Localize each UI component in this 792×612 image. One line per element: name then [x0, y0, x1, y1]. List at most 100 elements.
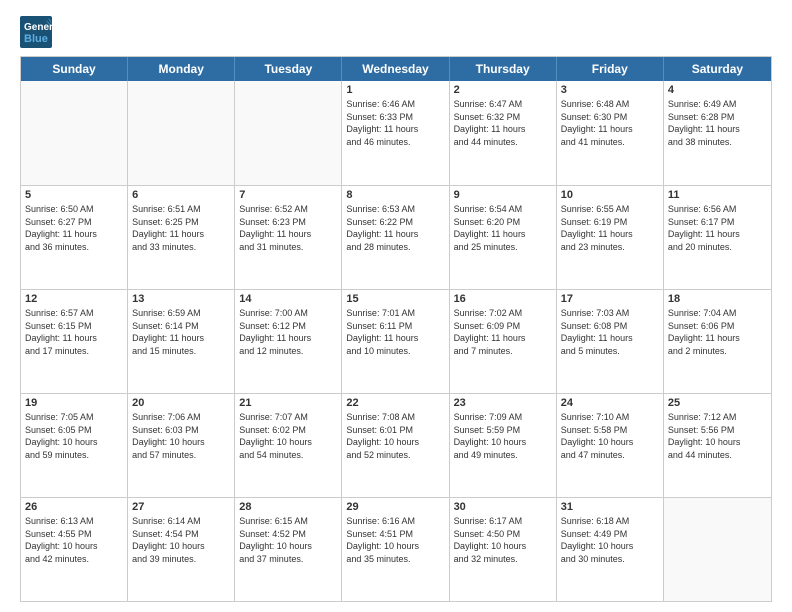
day-number: 25	[668, 397, 767, 409]
day-info: Sunrise: 6:51 AM Sunset: 6:25 PM Dayligh…	[132, 203, 230, 253]
day-number: 8	[346, 189, 444, 201]
day-number: 19	[25, 397, 123, 409]
day-cell-30: 30 Sunrise: 6:17 AM Sunset: 4:50 PM Dayli…	[450, 498, 557, 601]
day-info: Sunrise: 6:47 AM Sunset: 6:32 PM Dayligh…	[454, 98, 552, 148]
day-info: Sunrise: 7:08 AM Sunset: 6:01 PM Dayligh…	[346, 411, 444, 461]
day-number: 28	[239, 501, 337, 513]
day-info: Sunrise: 6:48 AM Sunset: 6:30 PM Dayligh…	[561, 98, 659, 148]
day-cell-26: 26 Sunrise: 6:13 AM Sunset: 4:55 PM Dayli…	[21, 498, 128, 601]
day-info: Sunrise: 7:07 AM Sunset: 6:02 PM Dayligh…	[239, 411, 337, 461]
header-cell-saturday: Saturday	[664, 57, 771, 81]
day-info: Sunrise: 6:54 AM Sunset: 6:20 PM Dayligh…	[454, 203, 552, 253]
day-cell-28: 28 Sunrise: 6:15 AM Sunset: 4:52 PM Dayli…	[235, 498, 342, 601]
day-cell-10: 10Sunrise: 6:55 AM Sunset: 6:19 PM Dayli…	[557, 186, 664, 289]
day-number: 17	[561, 293, 659, 305]
day-cell-24: 24Sunrise: 7:10 AM Sunset: 5:58 PM Dayli…	[557, 394, 664, 497]
day-cell-1: 1Sunrise: 6:46 AM Sunset: 6:33 PM Daylig…	[342, 81, 449, 185]
day-number: 6	[132, 189, 230, 201]
day-info: Sunrise: 6:14 AM Sunset: 4:54 PM Dayligh…	[132, 515, 230, 565]
day-number: 29	[346, 501, 444, 513]
day-number: 21	[239, 397, 337, 409]
day-number: 9	[454, 189, 552, 201]
header-cell-tuesday: Tuesday	[235, 57, 342, 81]
day-number: 26	[25, 501, 123, 513]
day-cell-15: 15Sunrise: 7:01 AM Sunset: 6:11 PM Dayli…	[342, 290, 449, 393]
day-info: Sunrise: 6:50 AM Sunset: 6:27 PM Dayligh…	[25, 203, 123, 253]
header-cell-sunday: Sunday	[21, 57, 128, 81]
day-number: 16	[454, 293, 552, 305]
calendar-week-4: 19 Sunrise: 7:05 AM Sunset: 6:05 PM Dayli…	[21, 393, 771, 497]
calendar-week-3: 12 Sunrise: 6:57 AM Sunset: 6:15 PM Dayli…	[21, 289, 771, 393]
day-info: Sunrise: 7:09 AM Sunset: 5:59 PM Dayligh…	[454, 411, 552, 461]
day-info: Sunrise: 6:13 AM Sunset: 4:55 PM Dayligh…	[25, 515, 123, 565]
day-info: Sunrise: 6:17 AM Sunset: 4:50 PM Dayligh…	[454, 515, 552, 565]
empty-cell	[21, 81, 128, 185]
day-cell-7: 7 Sunrise: 6:52 AM Sunset: 6:23 PM Daylig…	[235, 186, 342, 289]
day-info: Sunrise: 6:53 AM Sunset: 6:22 PM Dayligh…	[346, 203, 444, 253]
logo-icon: General Blue	[20, 16, 52, 48]
day-info: Sunrise: 6:57 AM Sunset: 6:15 PM Dayligh…	[25, 307, 123, 357]
header-cell-thursday: Thursday	[450, 57, 557, 81]
day-number: 15	[346, 293, 444, 305]
day-info: Sunrise: 6:16 AM Sunset: 4:51 PM Dayligh…	[346, 515, 444, 565]
day-info: Sunrise: 7:05 AM Sunset: 6:05 PM Dayligh…	[25, 411, 123, 461]
day-cell-2: 2 Sunrise: 6:47 AM Sunset: 6:32 PM Daylig…	[450, 81, 557, 185]
day-info: Sunrise: 6:56 AM Sunset: 6:17 PM Dayligh…	[668, 203, 767, 253]
header-cell-monday: Monday	[128, 57, 235, 81]
day-info: Sunrise: 7:00 AM Sunset: 6:12 PM Dayligh…	[239, 307, 337, 357]
day-cell-6: 6 Sunrise: 6:51 AM Sunset: 6:25 PM Daylig…	[128, 186, 235, 289]
day-cell-12: 12 Sunrise: 6:57 AM Sunset: 6:15 PM Dayli…	[21, 290, 128, 393]
day-info: Sunrise: 7:04 AM Sunset: 6:06 PM Dayligh…	[668, 307, 767, 357]
day-cell-3: 3Sunrise: 6:48 AM Sunset: 6:30 PM Daylig…	[557, 81, 664, 185]
day-number: 30	[454, 501, 552, 513]
day-info: Sunrise: 6:18 AM Sunset: 4:49 PM Dayligh…	[561, 515, 659, 565]
day-cell-23: 23 Sunrise: 7:09 AM Sunset: 5:59 PM Dayli…	[450, 394, 557, 497]
day-info: Sunrise: 7:12 AM Sunset: 5:56 PM Dayligh…	[668, 411, 767, 461]
day-number: 13	[132, 293, 230, 305]
day-number: 2	[454, 84, 552, 96]
day-number: 11	[668, 189, 767, 201]
day-number: 18	[668, 293, 767, 305]
day-info: Sunrise: 7:06 AM Sunset: 6:03 PM Dayligh…	[132, 411, 230, 461]
day-cell-22: 22Sunrise: 7:08 AM Sunset: 6:01 PM Dayli…	[342, 394, 449, 497]
day-cell-21: 21 Sunrise: 7:07 AM Sunset: 6:02 PM Dayli…	[235, 394, 342, 497]
header-cell-friday: Friday	[557, 57, 664, 81]
day-cell-8: 8 Sunrise: 6:53 AM Sunset: 6:22 PM Daylig…	[342, 186, 449, 289]
day-number: 23	[454, 397, 552, 409]
day-cell-13: 13 Sunrise: 6:59 AM Sunset: 6:14 PM Dayli…	[128, 290, 235, 393]
day-cell-5: 5 Sunrise: 6:50 AM Sunset: 6:27 PM Daylig…	[21, 186, 128, 289]
day-cell-19: 19 Sunrise: 7:05 AM Sunset: 6:05 PM Dayli…	[21, 394, 128, 497]
day-number: 31	[561, 501, 659, 513]
day-info: Sunrise: 6:49 AM Sunset: 6:28 PM Dayligh…	[668, 98, 767, 148]
day-info: Sunrise: 6:59 AM Sunset: 6:14 PM Dayligh…	[132, 307, 230, 357]
day-cell-16: 16 Sunrise: 7:02 AM Sunset: 6:09 PM Dayli…	[450, 290, 557, 393]
calendar-week-2: 5 Sunrise: 6:50 AM Sunset: 6:27 PM Daylig…	[21, 185, 771, 289]
empty-cell	[128, 81, 235, 185]
svg-text:Blue: Blue	[24, 33, 48, 45]
day-cell-14: 14 Sunrise: 7:00 AM Sunset: 6:12 PM Dayli…	[235, 290, 342, 393]
day-number: 14	[239, 293, 337, 305]
day-info: Sunrise: 7:03 AM Sunset: 6:08 PM Dayligh…	[561, 307, 659, 357]
day-cell-11: 11 Sunrise: 6:56 AM Sunset: 6:17 PM Dayli…	[664, 186, 771, 289]
logo: General Blue	[20, 16, 52, 48]
header-cell-wednesday: Wednesday	[342, 57, 449, 81]
day-number: 10	[561, 189, 659, 201]
day-number: 20	[132, 397, 230, 409]
day-number: 5	[25, 189, 123, 201]
day-cell-17: 17 Sunrise: 7:03 AM Sunset: 6:08 PM Dayli…	[557, 290, 664, 393]
day-info: Sunrise: 7:10 AM Sunset: 5:58 PM Dayligh…	[561, 411, 659, 461]
calendar-week-1: 1Sunrise: 6:46 AM Sunset: 6:33 PM Daylig…	[21, 81, 771, 185]
day-number: 12	[25, 293, 123, 305]
day-info: Sunrise: 7:02 AM Sunset: 6:09 PM Dayligh…	[454, 307, 552, 357]
day-number: 4	[668, 84, 767, 96]
day-info: Sunrise: 6:52 AM Sunset: 6:23 PM Dayligh…	[239, 203, 337, 253]
day-cell-20: 20 Sunrise: 7:06 AM Sunset: 6:03 PM Dayli…	[128, 394, 235, 497]
day-cell-25: 25 Sunrise: 7:12 AM Sunset: 5:56 PM Dayli…	[664, 394, 771, 497]
empty-cell	[664, 498, 771, 601]
calendar-header: SundayMondayTuesdayWednesdayThursdayFrid…	[21, 57, 771, 81]
day-info: Sunrise: 6:15 AM Sunset: 4:52 PM Dayligh…	[239, 515, 337, 565]
calendar: SundayMondayTuesdayWednesdayThursdayFrid…	[20, 56, 772, 602]
day-number: 7	[239, 189, 337, 201]
day-cell-4: 4 Sunrise: 6:49 AM Sunset: 6:28 PM Daylig…	[664, 81, 771, 185]
svg-text:General: General	[24, 22, 52, 33]
